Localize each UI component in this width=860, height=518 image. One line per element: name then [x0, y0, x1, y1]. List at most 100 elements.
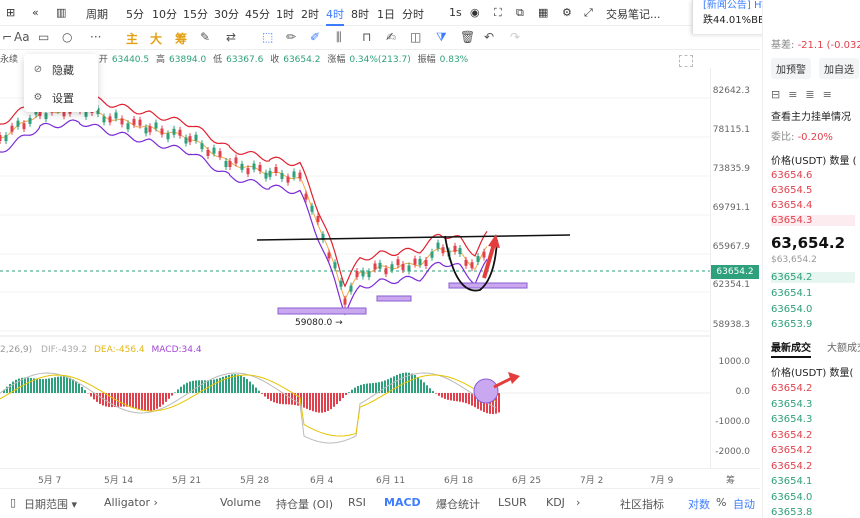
- interval-1d[interactable]: 1日: [377, 6, 395, 22]
- date-range-button[interactable]: 日期范围 ▾: [24, 496, 77, 512]
- font-button[interactable]: Aa: [14, 30, 30, 44]
- price-axis[interactable]: 82642.3 78115.1 73835.9 69791.1 65967.9 …: [710, 68, 759, 468]
- ask-row[interactable]: 63654.5: [771, 185, 812, 196]
- refresh-rate[interactable]: 1s: [449, 6, 462, 19]
- tab-kdj[interactable]: KDJ: [546, 496, 565, 509]
- fullscreen-icon[interactable]: ⛶: [494, 6, 502, 20]
- orderbook-view-icons[interactable]: ⊟≡≣≡: [771, 88, 840, 101]
- auto-scale[interactable]: 自动: [733, 496, 755, 512]
- ask-row[interactable]: 63654.6: [771, 170, 812, 181]
- tabs-next-icon[interactable]: ›: [576, 496, 580, 509]
- more-icon[interactable]: ···: [90, 30, 101, 44]
- cursor-icon[interactable]: ⌐: [2, 30, 12, 44]
- macd-bar: [276, 393, 278, 404]
- trash-icon[interactable]: 🗑: [460, 30, 475, 44]
- macd-bar: [42, 379, 44, 393]
- interval-period[interactable]: 周期: [86, 6, 108, 22]
- flip-icon[interactable]: ⇄: [226, 30, 236, 44]
- maximize-icon[interactable]: [679, 55, 693, 67]
- interval-15m[interactable]: 15分: [183, 6, 208, 22]
- menu-hide[interactable]: ⊘ 隐藏: [32, 62, 74, 78]
- x-label: 6月 25: [512, 476, 542, 486]
- log-scale[interactable]: 对数: [688, 496, 710, 512]
- popout-icon[interactable]: ⧉: [516, 6, 524, 20]
- grid-icon[interactable]: ▦: [538, 6, 548, 19]
- filter-icon[interactable]: ⧩: [436, 30, 447, 45]
- bid-row[interactable]: 63654.0: [771, 304, 812, 315]
- interval-30m[interactable]: 30分: [214, 6, 239, 22]
- bid-row[interactable]: 63654.2: [771, 272, 855, 283]
- chip-indicator[interactable]: 筹: [175, 30, 187, 47]
- tab-macd[interactable]: MACD: [384, 496, 421, 509]
- tab-liquidation[interactable]: 爆仓统计: [436, 496, 480, 512]
- tab-lsur[interactable]: LSUR: [498, 496, 527, 509]
- macd-bar: [183, 384, 185, 393]
- settings-icon[interactable]: ⚙: [562, 6, 572, 19]
- tab-volume[interactable]: Volume: [220, 496, 261, 509]
- menu-settings[interactable]: ⚙ 设置: [32, 90, 74, 106]
- candle-body: [102, 116, 106, 123]
- magnet-icon[interactable]: ◫: [410, 30, 421, 44]
- sidebar-toggle-icon[interactable]: ▯: [10, 496, 16, 509]
- trade-row: 63654.2: [771, 445, 813, 456]
- collapse-icon[interactable]: «: [32, 6, 39, 19]
- add-favorite-button[interactable]: 加自选: [819, 58, 859, 79]
- macd-bar: [135, 393, 137, 409]
- macd-bar: [360, 384, 362, 393]
- tab-oi[interactable]: 持仓量 (OI): [276, 496, 333, 512]
- community-indicators[interactable]: 社区指标: [620, 496, 664, 512]
- tab-large-trades[interactable]: 大额成交: [827, 339, 860, 354]
- expand-icon[interactable]: ⤢: [584, 6, 593, 20]
- bid-row[interactable]: 63653.9: [771, 319, 812, 330]
- macd-value: MACD:34.4: [151, 345, 202, 355]
- interval-timeshare[interactable]: 分时: [402, 6, 424, 22]
- candle-body: [16, 120, 20, 127]
- candle-body: [178, 129, 182, 136]
- undo-icon[interactable]: ↶: [484, 30, 494, 44]
- alligator-button[interactable]: Alligator ›: [104, 496, 158, 509]
- pencil-icon[interactable]: ✏: [286, 30, 296, 44]
- trade-row: 63654.2: [771, 460, 813, 472]
- circle-icon[interactable]: ○: [62, 30, 72, 44]
- chart-type-icon[interactable]: ▥: [56, 6, 66, 19]
- macd-bar: [417, 377, 419, 393]
- brush-icon[interactable]: ✐: [310, 30, 320, 44]
- ask-row[interactable]: 63654.3: [771, 215, 855, 226]
- chart-area[interactable]: 59080.0 →: [0, 68, 710, 468]
- percent-scale[interactable]: %: [716, 496, 726, 509]
- edit2-icon[interactable]: ✍: [386, 30, 396, 44]
- big-indicator[interactable]: 大: [150, 30, 162, 47]
- select-icon[interactable]: ⬚: [262, 30, 273, 44]
- candlestick-chart[interactable]: 59080.0 →: [0, 68, 710, 468]
- lock-icon[interactable]: ⊓: [362, 30, 371, 44]
- candles-icon[interactable]: ⫼: [336, 30, 342, 45]
- time-axis[interactable]: 5月 7 5月 14 5月 21 5月 28 6月 4 6月 11 6月 18 …: [0, 468, 760, 488]
- edit-icon[interactable]: ✎: [200, 30, 210, 44]
- candle-body: [166, 133, 170, 140]
- add-alert-button[interactable]: 加预警: [771, 58, 811, 79]
- macd-bar: [369, 383, 371, 393]
- layout-icon[interactable]: ⊞: [6, 6, 15, 19]
- interval-45m[interactable]: 45分: [245, 6, 270, 22]
- macd-bar: [414, 375, 416, 393]
- interval-4h[interactable]: 4时: [326, 6, 344, 26]
- chip-toggle[interactable]: 筹: [726, 473, 735, 486]
- tab-rsi[interactable]: RSI: [348, 496, 366, 509]
- interval-10m[interactable]: 10分: [152, 6, 177, 22]
- ruler-icon[interactable]: ▭: [38, 30, 49, 44]
- redo-icon[interactable]: ↷: [510, 30, 520, 44]
- trade-notes[interactable]: 交易笔记...: [606, 6, 661, 22]
- tab-latest-trades[interactable]: 最新成交: [771, 339, 811, 358]
- interval-8h[interactable]: 8时: [351, 6, 369, 22]
- bid-row[interactable]: 63654.1: [771, 288, 812, 299]
- interval-2h[interactable]: 2时: [301, 6, 319, 22]
- macd-bar: [348, 392, 350, 393]
- interval-1h[interactable]: 1时: [276, 6, 294, 22]
- orderbook-title[interactable]: 查看主力挂单情况: [771, 108, 851, 123]
- candle-body: [188, 136, 192, 143]
- macd-bar: [120, 393, 122, 407]
- camera-icon[interactable]: ◉: [470, 6, 480, 19]
- interval-5m[interactable]: 5分: [126, 6, 144, 22]
- ask-row[interactable]: 63654.4: [771, 200, 812, 211]
- main-indicator[interactable]: 主: [126, 30, 138, 47]
